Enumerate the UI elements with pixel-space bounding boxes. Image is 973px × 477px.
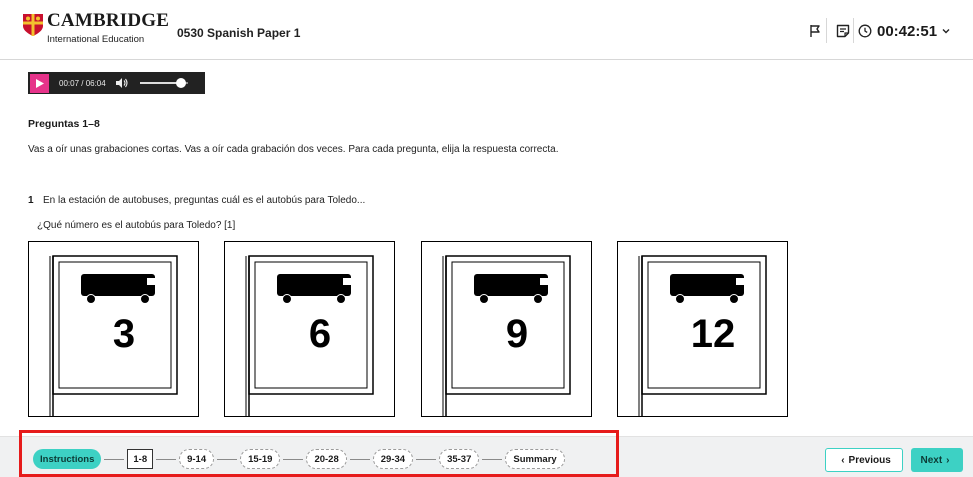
answer-option-a[interactable]: 3 — [28, 241, 199, 417]
nav-section-20-28[interactable]: 20-28 — [306, 449, 347, 469]
chevron-right-icon: › — [946, 454, 950, 466]
clock-icon — [858, 24, 872, 38]
nav-section-1-8[interactable]: 1-8 — [127, 449, 154, 469]
nav-connector — [156, 458, 177, 460]
nav-section-35-37[interactable]: 35-37 — [439, 449, 480, 469]
answer-option-label: 12 — [690, 312, 736, 356]
audio-time: 00:07 / 06:04 — [59, 78, 106, 88]
nav-instructions[interactable]: Instructions — [33, 449, 102, 469]
nav-connector — [104, 458, 125, 460]
cambridge-logo: CAMBRIDGE International Education — [22, 10, 169, 52]
question-text: En la estación de autobuses, preguntas c… — [43, 195, 366, 206]
brand-name: CAMBRIDGE — [47, 10, 170, 31]
shield-icon — [23, 14, 43, 36]
nav-section-29-34[interactable]: 29-34 — [372, 449, 414, 469]
timer-value: 00:42:51 — [877, 22, 938, 40]
next-button[interactable]: Next › — [911, 448, 963, 472]
answer-option-label: 9 — [505, 312, 529, 356]
answer-option-b[interactable]: 6 — [224, 241, 395, 417]
previous-button[interactable]: ‹ Previous — [825, 448, 903, 472]
chevron-down-icon[interactable] — [941, 26, 951, 36]
question-number: 1 — [28, 195, 34, 206]
nav-section-9-14[interactable]: 9-14 — [179, 449, 215, 469]
header-separator — [826, 18, 827, 43]
brand-subtitle: International Education — [47, 34, 145, 45]
header-bar: CAMBRIDGE International Education 0530 S… — [0, 0, 973, 60]
notepad-icon[interactable] — [835, 23, 851, 39]
nav-connector — [482, 458, 503, 460]
nav-summary[interactable]: Summary — [505, 449, 565, 469]
header-separator — [853, 18, 854, 43]
play-button[interactable] — [30, 73, 49, 93]
chevron-left-icon: ‹ — [841, 454, 845, 466]
nav-section-15-19[interactable]: 15-19 — [240, 449, 281, 469]
play-icon — [35, 78, 44, 88]
next-label: Next — [920, 454, 943, 466]
flag-icon[interactable] — [807, 23, 823, 39]
volume-slider[interactable] — [139, 78, 188, 88]
volume-slider-knob[interactable] — [175, 78, 186, 88]
volume-slider-fill — [139, 82, 181, 84]
answer-option-label: 6 — [308, 312, 332, 356]
previous-label: Previous — [848, 454, 891, 466]
nav-connector — [416, 458, 437, 460]
answer-option-d[interactable]: 12 — [617, 241, 788, 417]
volume-icon[interactable] — [115, 78, 128, 88]
nav-connector — [283, 458, 304, 460]
answer-option-c[interactable]: 9 — [421, 241, 592, 417]
nav-connector — [217, 458, 238, 460]
nav-connector — [349, 458, 370, 460]
timer[interactable]: 00:42:51 — [858, 22, 951, 40]
section-instructions: Vas a oír unas grabaciones cortas. Vas a… — [28, 144, 559, 155]
section-navigator: Instructions 1-8 9-14 15-19 20-28 29-34 … — [33, 448, 565, 470]
paper-title: 0530 Spanish Paper 1 — [177, 26, 301, 40]
audio-player: 00:07 / 06:04 — [28, 72, 205, 94]
section-heading: Preguntas 1–8 — [28, 118, 100, 130]
answer-options: 3 6 9 12 — [28, 241, 788, 417]
question-prompt: ¿Qué número es el autobús para Toledo? [… — [37, 220, 236, 231]
answer-option-label: 3 — [112, 312, 136, 356]
